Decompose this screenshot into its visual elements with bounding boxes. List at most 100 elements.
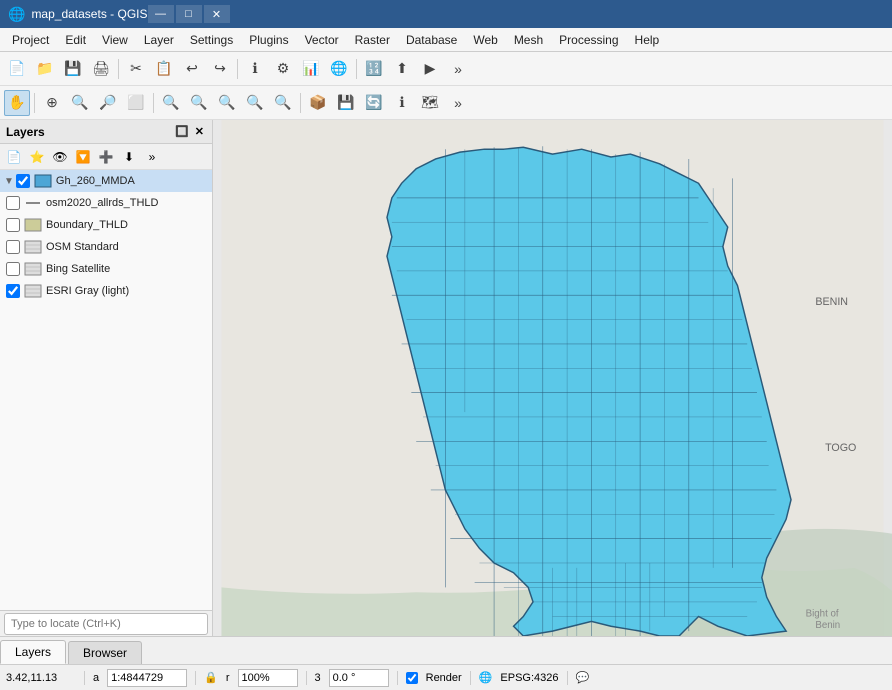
map-tool-btn-3[interactable]: 🔎	[95, 90, 121, 116]
filter-layers-button[interactable]: 🔽	[72, 147, 94, 167]
layer-checkbox-esri[interactable]	[6, 284, 20, 298]
map-tool-btn-0[interactable]: ✋	[4, 90, 30, 116]
minimize-button[interactable]: —	[148, 5, 174, 23]
toolbar-btn-0[interactable]: 📄	[4, 56, 30, 82]
locate-input[interactable]	[4, 613, 208, 635]
layer-name-bing: Bing Satellite	[46, 263, 110, 275]
map-tool-btn-2[interactable]: 🔍	[67, 90, 93, 116]
status-sep-3	[306, 671, 307, 685]
layer-item-bing[interactable]: Bing Satellite	[0, 258, 212, 280]
toolbar-btn-5[interactable]: 📋	[151, 56, 177, 82]
map-tool-btn-10[interactable]: 📦	[305, 90, 331, 116]
map-tool-btn-9[interactable]: 🔍	[270, 90, 296, 116]
layers-dock-button[interactable]: 🔲	[173, 124, 191, 139]
toolbar-btn-9[interactable]: ⚙	[270, 56, 296, 82]
layers-header-icons: 🔲 ✕	[173, 124, 206, 139]
main-toolbar: 📄📁💾🖨 ✂📋↩↪ ℹ⚙📊🌐 🔢⬆▶»	[0, 52, 892, 86]
crs-globe-icon: 🌐	[479, 671, 493, 684]
layer-name-osm_standard: OSM Standard	[46, 241, 119, 253]
toolbar-more-button[interactable]: »	[445, 56, 471, 82]
toolbar-btn-11[interactable]: 🌐	[326, 56, 352, 82]
map-tool-btn-11[interactable]: 💾	[333, 90, 359, 116]
tab-browser[interactable]: Browser	[68, 641, 142, 664]
title-bar: 🌐 map_datasets - QGIS — □ ✕	[0, 0, 892, 28]
layer-item-osm_standard[interactable]: OSM Standard	[0, 236, 212, 258]
menu-item-edit[interactable]: Edit	[57, 31, 94, 49]
close-button[interactable]: ✕	[204, 5, 230, 23]
zoom-input[interactable]	[238, 669, 298, 687]
scale-input[interactable]	[107, 669, 187, 687]
menu-item-plugins[interactable]: Plugins	[241, 31, 296, 49]
layer-name-boundary: Boundary_THLD	[46, 219, 128, 231]
toolbar-btn-1[interactable]: 📁	[32, 56, 58, 82]
map-area[interactable]: BENIN TOGO Bight of Benin	[213, 120, 892, 636]
layer-item-boundary[interactable]: Boundary_THLD	[0, 214, 212, 236]
more-layers-button[interactable]: »	[141, 147, 163, 167]
status-sep-6	[567, 671, 568, 685]
toolbar-btn-10[interactable]: 📊	[298, 56, 324, 82]
render-checkbox[interactable]	[406, 672, 418, 684]
toolbar-btn-7[interactable]: ↪	[207, 56, 233, 82]
toggle-visibility-button[interactable]: 👁	[49, 147, 71, 167]
manage-layers-button[interactable]: ⬇	[118, 147, 140, 167]
menu-item-mesh[interactable]: Mesh	[506, 31, 551, 49]
messages-icon[interactable]: 💬	[576, 671, 590, 684]
menu-item-layer[interactable]: Layer	[136, 31, 182, 49]
map-tool-btn-12[interactable]: 🔄	[361, 90, 387, 116]
layer-expand-gh260[interactable]: ▼	[4, 176, 14, 187]
menu-item-vector[interactable]: Vector	[297, 31, 347, 49]
window-controls: — □ ✕	[148, 5, 230, 23]
toolbar-btn-12[interactable]: 🔢	[361, 56, 387, 82]
map-tool-btn-8[interactable]: 🔍	[242, 90, 268, 116]
menu-item-database[interactable]: Database	[398, 31, 465, 49]
toolbar-btn-13[interactable]: ⬆	[389, 56, 415, 82]
toolbar-btn-4[interactable]: ✂	[123, 56, 149, 82]
menu-item-project[interactable]: Project	[4, 31, 57, 49]
map-tool-btn-5[interactable]: 🔍	[158, 90, 184, 116]
map-tool-btn-15[interactable]: »	[445, 90, 471, 116]
map-tool-btn-4[interactable]: ⬜	[123, 90, 149, 116]
map-tool-btn-7[interactable]: 🔍	[214, 90, 240, 116]
map-tool-btn-14[interactable]: 🗺	[417, 90, 443, 116]
layer-item-gh260[interactable]: ▼Gh_260_MMDA	[0, 170, 212, 192]
layer-icon-esri	[24, 284, 42, 298]
layer-styling-button[interactable]: ⭐	[26, 147, 48, 167]
status-sep-1	[84, 671, 85, 685]
layer-checkbox-gh260[interactable]	[16, 174, 30, 188]
tab-layers[interactable]: Layers	[0, 640, 66, 664]
rotation-input[interactable]	[329, 669, 389, 687]
add-group-button[interactable]: ➕	[95, 147, 117, 167]
map-tool-btn-13[interactable]: ℹ	[389, 90, 415, 116]
toolbar-btn-2[interactable]: 💾	[60, 56, 86, 82]
layer-icon-gh260	[34, 174, 52, 188]
toolbar-btn-8[interactable]: ℹ	[242, 56, 268, 82]
layer-icon-bing	[24, 262, 42, 276]
map-toolbar-separator	[34, 93, 35, 113]
menu-item-web[interactable]: Web	[465, 31, 505, 49]
layer-checkbox-bing[interactable]	[6, 262, 20, 276]
layer-checkbox-osm_standard[interactable]	[6, 240, 20, 254]
menu-item-help[interactable]: Help	[627, 31, 668, 49]
toolbar-btn-14[interactable]: ▶	[417, 56, 443, 82]
map-tool-btn-1[interactable]: ⊕	[39, 90, 65, 116]
menu-item-settings[interactable]: Settings	[182, 31, 241, 49]
render-label: Render	[426, 672, 462, 684]
locate-bar	[0, 610, 212, 636]
layer-checkbox-boundary[interactable]	[6, 218, 20, 232]
scale-label: a	[93, 672, 99, 684]
layers-close-button[interactable]: ✕	[193, 124, 206, 139]
layer-item-esri[interactable]: ESRI Gray (light)	[0, 280, 212, 302]
layer-checkbox-osm2020[interactable]	[6, 196, 20, 210]
layer-item-osm2020[interactable]: osm2020_allrds_THLD	[0, 192, 212, 214]
add-layer-button[interactable]: 📄	[3, 147, 25, 167]
layers-toolbar: 📄 ⭐ 👁 🔽 ➕ ⬇ »	[0, 144, 212, 170]
menu-item-view[interactable]: View	[94, 31, 136, 49]
toolbar-btn-6[interactable]: ↩	[179, 56, 205, 82]
menu-item-processing[interactable]: Processing	[551, 31, 626, 49]
toolbar-btn-3[interactable]: 🖨	[88, 56, 114, 82]
map-tool-btn-6[interactable]: 🔍	[186, 90, 212, 116]
maximize-button[interactable]: □	[176, 5, 202, 23]
bight-label: Bight of	[806, 609, 839, 620]
menu-item-raster[interactable]: Raster	[347, 31, 398, 49]
benin-label: BENIN	[815, 296, 848, 308]
